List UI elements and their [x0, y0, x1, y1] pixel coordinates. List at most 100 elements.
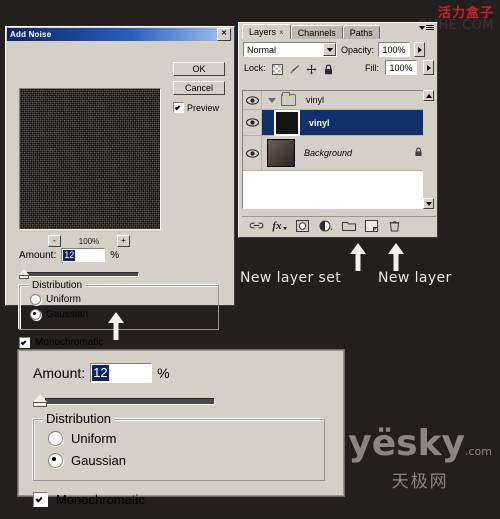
watermark-bottom: yësky.com 天极网: [348, 426, 492, 493]
palette-tabs: Layers × Channels Paths: [239, 23, 437, 39]
noise-preview[interactable]: [19, 88, 161, 230]
preview-checkbox-row[interactable]: Preview: [173, 102, 219, 113]
radio-uniform[interactable]: Uniform: [48, 431, 324, 446]
annotation-new-layer-set: New layer set: [240, 270, 342, 286]
layer-list[interactable]: vinyl vinyl Background: [242, 90, 432, 209]
gaussian-radio[interactable]: [30, 309, 41, 320]
fill-label: Fill:: [365, 62, 379, 73]
tab-channels[interactable]: Channels: [290, 25, 343, 39]
tab-paths[interactable]: Paths: [342, 25, 380, 39]
layer-name: Background: [304, 148, 353, 158]
uniform-radio[interactable]: [48, 431, 63, 446]
dialog-body: - 100% + OK Cancel Preview Amount: 12 %: [6, 42, 234, 348]
zoom-in-button[interactable]: +: [117, 235, 130, 247]
opacity-label: Opacity:: [341, 44, 375, 55]
delete-layer-icon[interactable]: [383, 218, 406, 233]
expand-triangle-icon[interactable]: [268, 97, 276, 103]
amount-label: Amount:: [33, 365, 86, 381]
folder-icon: [281, 92, 296, 106]
visibility-eye-icon[interactable]: [243, 91, 262, 109]
visibility-eye-icon[interactable]: [243, 136, 262, 170]
slider-track[interactable]: [45, 398, 215, 405]
transparency-lock-icon[interactable]: [271, 62, 283, 75]
watermark-bottom-cn: 天极网: [391, 472, 449, 492]
gaussian-radio[interactable]: [48, 453, 63, 468]
layer-mask-icon[interactable]: [291, 218, 314, 233]
dialog-title: Add Noise: [10, 30, 52, 39]
tab-layers[interactable]: Layers ×: [242, 24, 291, 39]
watermark-brand-text: yësky: [348, 423, 465, 464]
tab-channels-label: Channels: [297, 27, 336, 38]
percent-symbol: %: [110, 249, 120, 261]
slider-thumb[interactable]: [33, 394, 48, 407]
chevron-down-icon[interactable]: [323, 43, 336, 56]
annotation-new-layer: New layer: [378, 270, 452, 286]
radio-gaussian[interactable]: Gaussian: [48, 453, 324, 468]
fill-input[interactable]: 100%: [385, 60, 417, 75]
blend-mode-row: Normal Opacity: 100%: [239, 39, 437, 57]
layer-row-group-vinyl[interactable]: vinyl: [243, 91, 431, 110]
close-icon[interactable]: ✕: [217, 28, 231, 41]
scroll-down-button[interactable]: [423, 198, 434, 209]
add-noise-dialog: Add Noise ✕ - 100% + OK Cancel Preview A…: [5, 26, 235, 348]
layers-palette: Layers × Channels Paths Normal Opacity: …: [238, 22, 438, 238]
opacity-input[interactable]: 100%: [378, 42, 411, 57]
monochromatic-label: Monochromatic: [35, 337, 104, 348]
arrow-new-layer-icon: [388, 243, 404, 271]
new-layer-icon[interactable]: [360, 218, 383, 233]
layer-name: vinyl: [309, 117, 330, 128]
menu-icon: [426, 25, 434, 30]
preview-label: Preview: [187, 102, 220, 113]
ok-button[interactable]: OK: [173, 62, 225, 76]
amount-label: Amount:: [19, 249, 57, 261]
visibility-eye-icon[interactable]: [243, 110, 262, 135]
layer-row-background[interactable]: Background: [243, 136, 431, 171]
layer-style-fx-icon[interactable]: fx: [268, 218, 291, 233]
link-layers-icon[interactable]: [245, 218, 268, 233]
zoom-out-button[interactable]: -: [48, 235, 61, 247]
dialog-titlebar[interactable]: Add Noise ✕: [7, 28, 233, 41]
amount-row: Amount: 12 %: [19, 248, 119, 262]
new-layer-set-icon[interactable]: [337, 218, 360, 233]
uniform-label: Uniform: [46, 294, 82, 305]
amount-value: 12: [63, 249, 76, 261]
slider-thumb[interactable]: [19, 269, 29, 279]
close-icon[interactable]: ×: [279, 28, 284, 37]
move-lock-icon[interactable]: [306, 62, 317, 75]
amount-input[interactable]: 12: [61, 248, 106, 262]
brush-lock-icon[interactable]: [289, 62, 300, 74]
magnified-amount-slider[interactable]: [33, 393, 223, 409]
amount-input[interactable]: 12: [90, 363, 153, 383]
fill-slider-button[interactable]: [423, 60, 434, 75]
tab-paths-label: Paths: [349, 27, 373, 38]
chevron-down-icon: [419, 25, 425, 30]
cancel-button[interactable]: Cancel: [173, 81, 225, 95]
layer-thumbnail[interactable]: [274, 109, 300, 136]
adjustment-layer-icon[interactable]: [314, 218, 337, 233]
blend-mode-select[interactable]: Normal: [243, 42, 337, 57]
all-lock-icon[interactable]: [323, 62, 334, 75]
magnified-amount-row: Amount: 12 %: [33, 363, 329, 383]
scroll-up-button[interactable]: [423, 90, 434, 101]
lock-icon: [414, 144, 423, 162]
opacity-slider-button[interactable]: [414, 42, 426, 57]
preview-checkbox[interactable]: [173, 102, 184, 113]
uniform-radio[interactable]: [30, 294, 41, 305]
distribution-legend: Distribution: [29, 280, 86, 291]
monochromatic-checkbox[interactable]: [19, 337, 30, 348]
radio-uniform[interactable]: Uniform: [30, 294, 218, 305]
watermark-brand: yësky.com: [348, 426, 492, 467]
tab-layers-label: Layers: [249, 27, 277, 37]
percent-symbol: %: [157, 365, 170, 381]
slider-track[interactable]: [27, 272, 139, 277]
monochromatic-row[interactable]: Monochromatic: [19, 337, 103, 348]
layer-list-scrollbar[interactable]: [423, 90, 434, 209]
palette-menu-button[interactable]: [419, 25, 434, 30]
gaussian-label: Gaussian: [71, 453, 126, 468]
layer-thumbnail[interactable]: [267, 139, 295, 167]
zoom-level: 100%: [78, 236, 100, 246]
layer-row-vinyl[interactable]: vinyl: [243, 109, 431, 136]
preview-zoom-controls: - 100% +: [19, 234, 159, 248]
amount-slider[interactable]: [19, 268, 149, 279]
lock-label: Lock:: [244, 62, 266, 73]
